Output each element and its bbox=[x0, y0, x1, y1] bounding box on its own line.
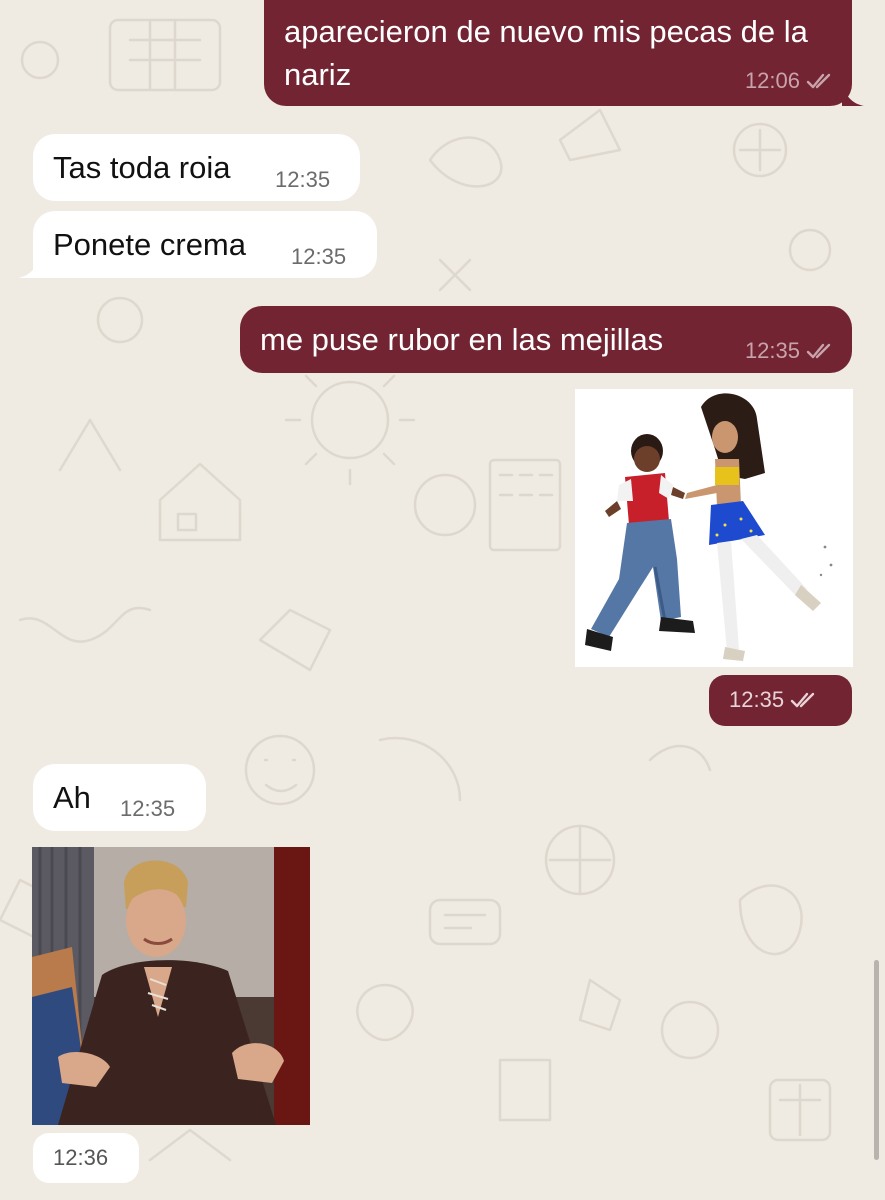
smiling-man-gif[interactable] bbox=[32, 847, 310, 1125]
dancing-couple-sticker[interactable] bbox=[575, 389, 853, 667]
message-time: 12:35 bbox=[291, 244, 347, 269]
outgoing-message-bubble[interactable]: me puse rubor en las mejillas 12:35 bbox=[240, 306, 852, 373]
image-illustration bbox=[32, 847, 310, 1125]
message-meta: 12:35 bbox=[745, 338, 834, 364]
incoming-message-bubble[interactable]: Tas toda roia 12:35 bbox=[33, 134, 360, 201]
message-time: 12:35 bbox=[120, 796, 176, 821]
sticker-illustration bbox=[585, 393, 833, 661]
message-meta: 12:35 bbox=[291, 244, 346, 270]
scrollbar-thumb[interactable] bbox=[874, 960, 879, 1160]
message-meta: 12:06 bbox=[745, 68, 834, 94]
read-double-check-icon bbox=[806, 73, 831, 89]
message-list[interactable]: aparecieron de nuevo mis pecas de la nar… bbox=[0, 0, 885, 1200]
outgoing-bubble-tail bbox=[842, 84, 864, 106]
message-time: 12:06 bbox=[744, 68, 800, 93]
message-time: 12:35 bbox=[744, 338, 800, 363]
message-meta: 12:35 bbox=[275, 167, 330, 193]
sticker-time-chip: 12:35 bbox=[709, 675, 852, 726]
incoming-message-bubble[interactable]: Ponete crema 12:35 bbox=[33, 211, 377, 278]
incoming-bubble-tail bbox=[18, 256, 40, 278]
image-time-chip: 12:36 bbox=[33, 1133, 139, 1183]
message-time: 12:35 bbox=[729, 687, 785, 712]
message-time: 12:35 bbox=[275, 167, 331, 192]
read-double-check-icon bbox=[790, 692, 815, 708]
read-double-check-icon bbox=[806, 343, 831, 359]
outgoing-message-bubble[interactable]: aparecieron de nuevo mis pecas de la nar… bbox=[264, 0, 852, 106]
message-meta: 12:35 bbox=[120, 796, 175, 822]
message-meta: 12:35 bbox=[729, 687, 818, 713]
message-meta: 12:36 bbox=[53, 1145, 108, 1171]
incoming-message-bubble[interactable]: Ah 12:35 bbox=[33, 764, 206, 831]
message-time: 12:36 bbox=[53, 1145, 109, 1170]
